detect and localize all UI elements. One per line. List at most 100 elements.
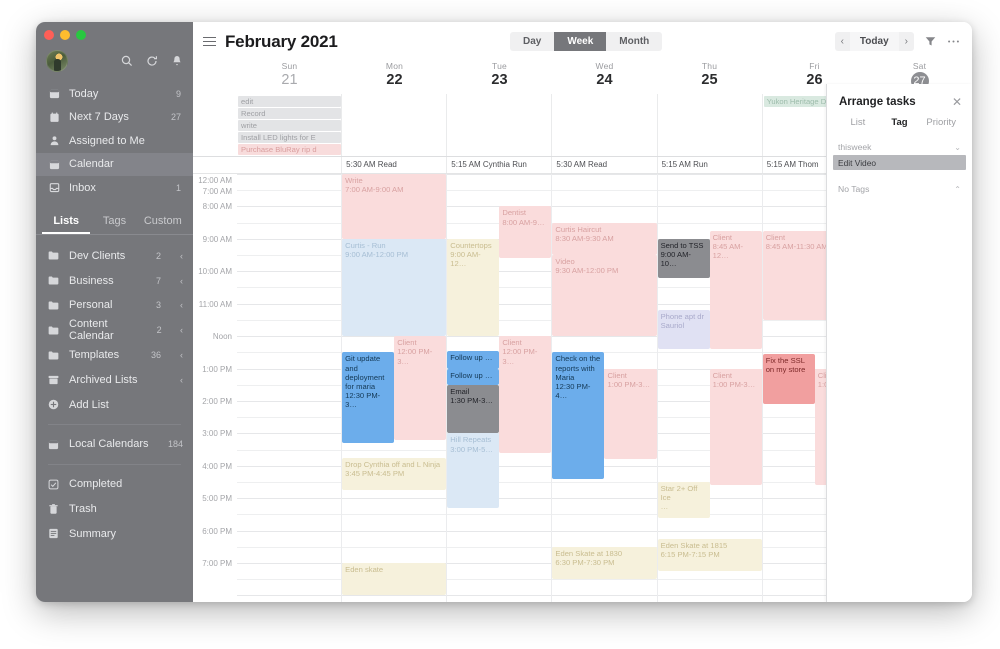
day-header-wed[interactable]: Wed 24 xyxy=(552,61,657,94)
calendar-event[interactable]: Dentist 8:00 AM-9… xyxy=(499,206,552,259)
panel-tab-list[interactable]: List xyxy=(837,117,879,128)
sync-icon[interactable] xyxy=(146,55,158,67)
all-day-event[interactable]: edit xyxy=(238,96,342,107)
all-day-event[interactable]: Install LED lights for E xyxy=(238,132,342,143)
calendar-event[interactable]: Check on the reports with Maria 12:30 PM-… xyxy=(552,352,605,479)
calendar-event[interactable]: Follow up … xyxy=(447,368,500,385)
view-week[interactable]: Week xyxy=(554,32,607,51)
close-button[interactable] xyxy=(44,30,54,40)
calendar-event[interactable]: Git update and deployment for maria 12:30… xyxy=(342,352,395,444)
all-day-column-4[interactable] xyxy=(656,94,762,156)
sidebar-item-completed[interactable]: Completed xyxy=(36,472,193,497)
next-week-button[interactable]: › xyxy=(899,32,914,51)
calendar-event[interactable]: Curtis - Run 9:00 AM-12:00 PM xyxy=(342,238,447,337)
sidebar-item-local-calendars[interactable]: Local Calendars 184 xyxy=(36,432,193,457)
sidebar-item-trash[interactable]: Trash xyxy=(36,497,193,522)
sidebar-item-next-7-days[interactable]: Next 7 Days 27 xyxy=(36,106,193,130)
calendar-event[interactable]: Countertops 9:00 AM-12… xyxy=(447,238,500,337)
calendar-event[interactable]: Hill Repeats 3:00 PM-5… xyxy=(447,433,500,508)
panel-tab-priority[interactable]: Priority xyxy=(920,117,962,128)
tab-custom[interactable]: Custom xyxy=(139,210,187,234)
calendar-event[interactable]: Client1:00 PM-3… xyxy=(709,368,762,486)
close-icon[interactable]: ✕ xyxy=(952,96,962,108)
hour-line xyxy=(552,595,657,597)
all-day-column-1[interactable] xyxy=(341,94,446,156)
chevron-left-icon[interactable]: ‹ xyxy=(174,300,183,310)
calendar-event[interactable]: Email 1:30 PM-3… xyxy=(447,384,500,434)
calendar-event[interactable]: Follow up … xyxy=(447,350,500,369)
calendar-event[interactable]: Drop Cynthia off and L Ninja 3:45 PM-4:45… xyxy=(342,457,447,491)
view-month[interactable]: Month xyxy=(606,32,662,51)
list-item-archived-lists[interactable]: Archived Lists ‹ xyxy=(36,367,193,392)
calendar-event[interactable]: Client 12:00 PM-3… xyxy=(394,336,447,440)
earlier-event-label-4[interactable]: 5:15 AM Run xyxy=(656,157,762,173)
calendar-event[interactable]: Client1:00 PM-3… xyxy=(604,368,657,460)
all-day-event[interactable]: Record xyxy=(238,108,342,119)
chevron-left-icon[interactable]: ‹ xyxy=(174,375,183,385)
tab-tags[interactable]: Tags xyxy=(90,210,138,234)
view-day[interactable]: Day xyxy=(510,32,554,51)
list-item-dev-clients[interactable]: Dev Clients 2 ‹ xyxy=(36,244,193,269)
calendar-event[interactable]: Fix the SSL on my store xyxy=(762,353,815,405)
prev-week-button[interactable]: ‹ xyxy=(835,32,850,51)
sidebar-item-today[interactable]: Today 9 xyxy=(36,82,193,106)
earlier-event-label-1[interactable]: 5:30 AM Read xyxy=(341,157,446,173)
search-icon[interactable] xyxy=(121,55,133,67)
earlier-event-label-0[interactable] xyxy=(237,157,341,173)
day-column-mon[interactable]: Write 7:00 AM-9:00 AM Curtis - Run 9:00 AM-… xyxy=(341,174,447,602)
list-item-add-list[interactable]: Add List xyxy=(36,392,193,417)
day-header-mon[interactable]: Mon 22 xyxy=(342,61,447,94)
sidebar-item-calendar[interactable]: Calendar xyxy=(36,152,193,176)
today-button[interactable]: Today xyxy=(849,32,899,51)
calendar-event[interactable]: Video 9:30 AM-12:00 PM xyxy=(552,255,657,337)
day-column-sun[interactable] xyxy=(237,174,342,602)
list-item-templates[interactable]: Templates 36 ‹ xyxy=(36,343,193,368)
all-day-event[interactable]: Purchase BluRay rip d xyxy=(238,144,342,155)
bell-icon[interactable] xyxy=(171,55,183,67)
all-day-column-0[interactable]: edit Record write Install LED lights for EP… xyxy=(237,94,342,156)
sidebar-item-inbox[interactable]: Inbox 1 xyxy=(36,176,193,200)
all-day-column-2[interactable] xyxy=(446,94,551,156)
day-column-thu[interactable]: Send to TSS 9:00 AM-10… Client 8:45 AM-12… P… xyxy=(656,174,762,602)
day-header-sun[interactable]: Sun 21 xyxy=(237,61,342,94)
minimize-button[interactable] xyxy=(60,30,70,40)
panel-tab-tag[interactable]: Tag xyxy=(879,117,921,128)
calendar-event[interactable]: Curtis Haircut 8:30 AM-9:30 AM xyxy=(552,222,657,256)
tab-lists[interactable]: Lists xyxy=(42,210,90,234)
sidebar-item-assigned-to-me[interactable]: Assigned to Me xyxy=(36,129,193,153)
chevron-left-icon[interactable]: ‹ xyxy=(175,325,183,335)
calendar-event[interactable]: Phone apt dr Sauriol xyxy=(657,310,710,350)
calendar-event[interactable]: Eden Skate at 1830 6:30 PM-7:30 PM xyxy=(552,546,657,580)
all-day-column-3[interactable] xyxy=(551,94,656,156)
more-horizontal-icon[interactable] xyxy=(947,36,960,47)
chevron-up-icon[interactable]: ⌃ xyxy=(954,185,961,194)
calendar-event[interactable]: Star 2+ Off Ice… xyxy=(657,482,710,518)
sidebar-item-summary[interactable]: Summary xyxy=(36,521,193,546)
calendar-event[interactable]: Eden Skate at 1815 6:15 PM-7:15 PM xyxy=(657,538,762,572)
earlier-event-label-2[interactable]: 5:15 AM Cynthia Run xyxy=(446,157,551,173)
event-title: Eden Skate at 1830 xyxy=(555,548,623,558)
calendar-event[interactable]: Write 7:00 AM-9:00 AM xyxy=(342,174,447,239)
avatar[interactable] xyxy=(46,50,68,72)
chevron-left-icon[interactable]: ‹ xyxy=(174,350,183,360)
filter-icon[interactable] xyxy=(925,36,936,47)
list-item-business[interactable]: Business 7 ‹ xyxy=(36,268,193,293)
calendar-event[interactable]: Client 12:00 PM-3… xyxy=(499,336,552,453)
all-day-event[interactable]: write xyxy=(238,120,342,131)
chevron-down-icon[interactable]: ⌄ xyxy=(954,143,961,152)
chevron-left-icon[interactable]: ‹ xyxy=(174,251,183,261)
calendar-event[interactable]: Send to TSS 9:00 AM-10… xyxy=(657,238,710,278)
day-header-tue[interactable]: Tue 23 xyxy=(447,61,552,94)
zoom-button[interactable] xyxy=(76,30,86,40)
calendar-event[interactable]: Client 8:45 AM-12… xyxy=(709,230,762,350)
day-header-thu[interactable]: Thu 25 xyxy=(657,61,762,94)
calendar-event[interactable]: Eden skate xyxy=(342,563,447,596)
earlier-event-label-3[interactable]: 5:30 AM Read xyxy=(551,157,656,173)
day-column-wed[interactable]: Curtis Haircut 8:30 AM-9:30 AM Video 9:30 A… xyxy=(551,174,657,602)
list-item-personal[interactable]: Personal 3 ‹ xyxy=(36,293,193,318)
panel-task-row[interactable]: Edit Video xyxy=(833,155,966,170)
chevron-left-icon[interactable]: ‹ xyxy=(174,276,183,286)
day-column-tue[interactable]: Dentist 8:00 AM-9… Countertops 9:00 AM-12… C… xyxy=(446,174,552,602)
list-item-content-calendar[interactable]: Content Calendar 2 ‹ xyxy=(36,318,193,343)
hamburger-icon[interactable] xyxy=(203,36,216,47)
